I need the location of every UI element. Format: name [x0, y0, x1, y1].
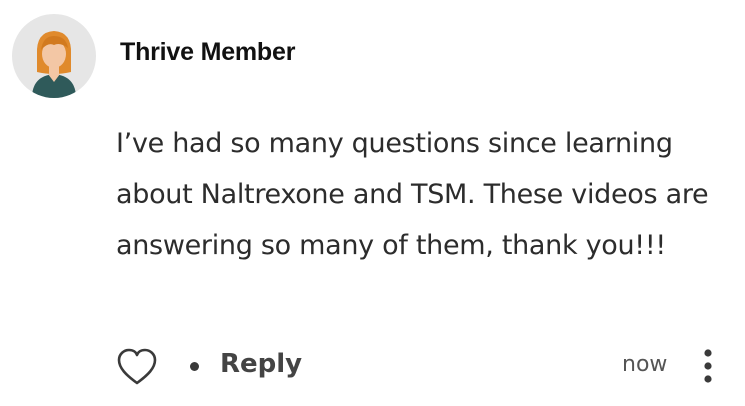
separator-dot — [190, 362, 199, 371]
author-name[interactable]: Thrive Member — [120, 38, 295, 67]
avatar[interactable] — [12, 14, 96, 98]
comment-card: Thrive Member I’ve had so many questions… — [0, 0, 745, 406]
comment-text: I’ve had so many questions since learnin… — [116, 128, 709, 261]
reply-button[interactable]: Reply — [220, 349, 302, 379]
like-button[interactable] — [116, 347, 158, 387]
heart-icon — [117, 348, 157, 385]
timestamp: now — [622, 352, 668, 377]
more-options-button[interactable] — [700, 348, 716, 384]
more-vertical-icon — [704, 349, 712, 383]
user-avatar-icon — [32, 31, 76, 98]
